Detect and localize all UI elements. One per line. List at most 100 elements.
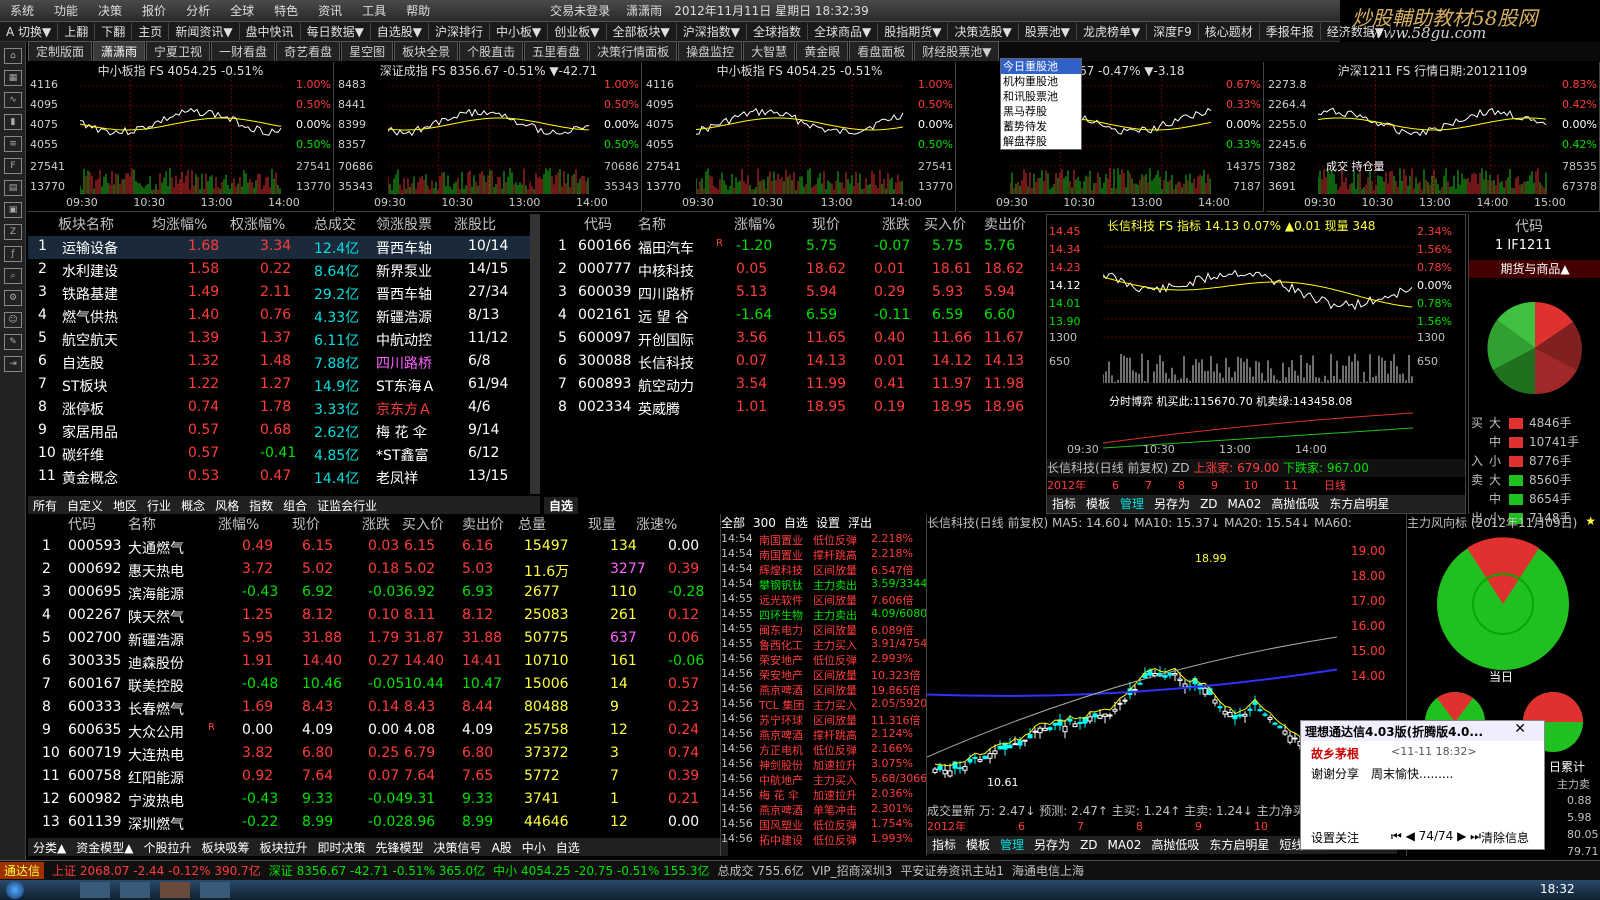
sector-tab[interactable]: 自定义 — [62, 497, 108, 514]
status-app[interactable]: 通达信 — [0, 862, 45, 879]
table-row[interactable]: 4 002267 陕天然气 1.25 8.12 0.10 8.11 8.12 25083 261 0… — [28, 605, 728, 628]
table-row[interactable]: 8 涨停板 0.74 1.78 3.33亿 京东方Ａ 4/6 — [28, 397, 538, 420]
calc-icon[interactable]: ▣ — [4, 202, 22, 218]
toolbar-button[interactable]: 全球商品▼ — [808, 23, 879, 40]
menu-item[interactable]: 帮助 — [396, 2, 440, 19]
layout-tab[interactable]: 五里看盘 — [524, 41, 589, 61]
table-row[interactable]: 7 600167 联美控股 -0.48 10.46 -0.05 10.44 10.47 1500… — [28, 674, 728, 697]
futures-title[interactable]: 期货与商品▲ — [1469, 260, 1600, 278]
sector-col-header[interactable]: 涨股比 — [454, 214, 496, 236]
sector-tab[interactable]: 概念 — [176, 497, 210, 514]
line-chart-icon[interactable]: ∿ — [4, 92, 22, 108]
table-row[interactable]: 2 000777 中核科技 0.05 18.62 0.01 18.61 18.62 — [544, 259, 1044, 282]
clear-button[interactable]: 清除信息 — [1481, 829, 1529, 846]
app-icon-3[interactable] — [200, 882, 230, 898]
alert-row[interactable]: 14:56 神剑股份 加速拉升 3.075% — [721, 757, 924, 772]
sector-tab[interactable]: 风格 — [210, 497, 244, 514]
gas-col-header[interactable]: 现价 — [292, 514, 320, 536]
gas-col-header[interactable]: 现量 — [588, 514, 616, 536]
layout-tab[interactable]: 一财看盘 — [211, 41, 276, 61]
gas-tab[interactable]: 资金模型▲ — [71, 839, 138, 856]
toolbar-button[interactable]: 自选股▼ — [371, 23, 430, 40]
table-row[interactable]: 6 300335 迪森股份 1.91 14.40 0.27 14.40 14.41 10710 1… — [28, 651, 728, 674]
toolbar-button[interactable]: 股票池▼ — [1019, 23, 1077, 40]
alert-row[interactable]: 14:56 拓中建设 低位反弹 1.993% — [721, 832, 924, 847]
gas-col-header[interactable]: 卖出价 — [462, 514, 504, 536]
chart-tab[interactable]: 高抛低吸 — [1146, 838, 1204, 852]
app-icon-2[interactable] — [160, 882, 190, 898]
layout-tab[interactable]: 操盘监控 — [678, 41, 743, 61]
menu-item[interactable]: 功能 — [44, 2, 88, 19]
table-row[interactable]: 4 燃气供热 1.40 0.76 4.33亿 新疆浩源 8/13 — [28, 305, 538, 328]
gas-tab[interactable]: 中小 — [517, 839, 551, 856]
futures-code[interactable]: 1 IF1211 — [1495, 238, 1552, 253]
home-icon[interactable]: ⌂ — [4, 48, 22, 64]
alert-row[interactable]: 14:54 南国置业 撑杆跳高 2.218% — [721, 547, 924, 562]
toolbar-button[interactable]: 核心题材 — [1199, 23, 1260, 40]
table-row[interactable]: 8 600333 长春燃气 1.69 8.43 0.14 8.43 8.44 80488 9 0.2… — [28, 697, 728, 720]
table-row[interactable]: 6 300088 长信科技 0.07 14.13 0.01 14.12 14.13 — [544, 351, 1044, 374]
gas-col-header[interactable]: 涨幅% — [218, 514, 259, 536]
menu-item[interactable]: 系统 — [0, 2, 44, 19]
gas-col-header[interactable]: 涨速% — [636, 514, 677, 536]
sector-tab[interactable]: 行业 — [142, 497, 176, 514]
dropdown-item[interactable]: 解盘荐股 — [1001, 134, 1081, 149]
chart-tab[interactable]: MA02 — [1103, 838, 1147, 852]
fiz-icon[interactable]: Z — [4, 224, 22, 240]
grid-icon[interactable]: ▦ — [4, 70, 22, 86]
table-row[interactable]: 13 601139 深圳燃气 -0.22 8.99 -0.02 8.96 8.99 44646 1… — [28, 812, 728, 835]
layout-tab[interactable]: 大智慧 — [743, 41, 796, 61]
mini-index-chart[interactable]: 中小板指 FS 4054.25 -0.51% 4116 4095 4075 4055 27… — [28, 62, 334, 212]
table-row[interactable]: 2 000692 惠天热电 3.72 5.02 0.18 5.02 5.03 11.6万 3277… — [28, 559, 728, 582]
watch-col-header[interactable]: 涨幅% — [734, 214, 775, 236]
sector-tab[interactable]: 指数 — [244, 497, 278, 514]
sector-col-header[interactable]: 总成交 — [314, 214, 356, 236]
gas-tab[interactable]: 板块拉升 — [255, 839, 313, 856]
stock-intraday-chart[interactable] — [1103, 233, 1413, 463]
kline-chart[interactable] — [927, 532, 1347, 802]
tab-watchlist[interactable]: 自选 — [544, 496, 579, 514]
layout-tab[interactable]: 奇艺看盘 — [276, 41, 341, 61]
toolbar-button[interactable]: 沪深排行 — [429, 23, 491, 40]
app-icon-1[interactable] — [120, 882, 150, 898]
alert-row[interactable]: 14:56 TCL 集团 主力买入 2.05/5920 — [721, 697, 927, 712]
toolbar-button[interactable]: 盘中快讯 — [240, 23, 301, 40]
table-row[interactable]: 7 ST板块 1.22 1.27 14.9亿 ST东海Ａ 61/94 — [28, 374, 538, 397]
chart-tab[interactable]: 指标 — [1047, 497, 1081, 511]
chart-tab[interactable]: 东方启明星 — [1324, 497, 1394, 511]
alert-row[interactable]: 14:54 南国置业 低位反弹 2.218% — [721, 532, 924, 547]
gas-tab[interactable]: 板块吸筹 — [196, 839, 254, 856]
gas-tab[interactable]: 分类▲ — [28, 839, 71, 856]
menu-item[interactable]: 全球 — [220, 2, 264, 19]
gas-tab[interactable]: 自选 — [551, 839, 585, 856]
exit-icon[interactable]: ⇥ — [4, 356, 22, 372]
table-row[interactable]: 5 600097 开创国际 3.56 11.65 0.40 11.66 11.67 — [544, 328, 1044, 351]
toolbar-button[interactable]: 经济数据▼ — [1321, 23, 1391, 40]
mini-index-chart[interactable]: 中小板指 FS 4054.25 -0.51% 4116 4095 4075 4055 27… — [644, 62, 956, 212]
sector-tab[interactable]: 证监会行业 — [312, 497, 382, 514]
toolbar-button[interactable]: 龙虎榜单▼ — [1077, 23, 1148, 40]
start-icon[interactable] — [6, 881, 24, 899]
layout-tab[interactable]: 财经股票池▼ — [914, 41, 1000, 61]
alert-row[interactable]: 14:56 方正电机 低位反弹 2.166% — [721, 742, 924, 757]
chart-tab[interactable]: 高抛低吸 — [1266, 497, 1324, 511]
table-row[interactable]: 3 600039 四川路桥 5.13 5.94 0.29 5.93 5.94 — [544, 282, 1044, 305]
sector-col-header[interactable]: 均涨幅% — [152, 214, 207, 236]
list-icon[interactable]: ≡ — [4, 136, 22, 152]
chart-tab[interactable]: 另存为 — [1029, 838, 1075, 852]
table-row[interactable]: 8 002334 英威腾 1.01 18.95 0.19 18.95 18.96 — [544, 397, 1044, 420]
close-icon[interactable]: ✕ — [1514, 721, 1526, 737]
alert-row[interactable]: 14:56 燕京啤酒 撑杆跳高 2.124% — [721, 727, 924, 742]
chart-tab[interactable]: 管理 — [1115, 497, 1149, 511]
table-row[interactable]: 10 600719 大连热电 3.82 6.80 0.25 6.79 6.80 37372 3 0.… — [28, 743, 728, 766]
layout-tab[interactable]: 黄金眼 — [796, 41, 849, 61]
table-row[interactable]: 2 水利建设 1.58 0.22 8.64亿 新界泵业 14/15 — [28, 259, 538, 282]
sector-col-header[interactable]: 领涨股票 — [376, 214, 432, 236]
sector-scrollbar[interactable] — [530, 214, 540, 494]
watch-col-header[interactable]: 买入价 — [924, 214, 966, 236]
watch-col-header[interactable]: 名称 — [638, 214, 666, 236]
alert-row[interactable]: 14:55 鲁西化工 主力买入 3.91/4754 — [721, 637, 927, 652]
alert-row[interactable]: 14:56 国风塑业 低位反弹 1.754% — [721, 817, 924, 832]
chart-tab[interactable]: 东方启明星 — [1204, 838, 1274, 852]
alert-row[interactable]: 14:54 辉煌科技 区间放量 6.547倍 — [721, 562, 924, 577]
